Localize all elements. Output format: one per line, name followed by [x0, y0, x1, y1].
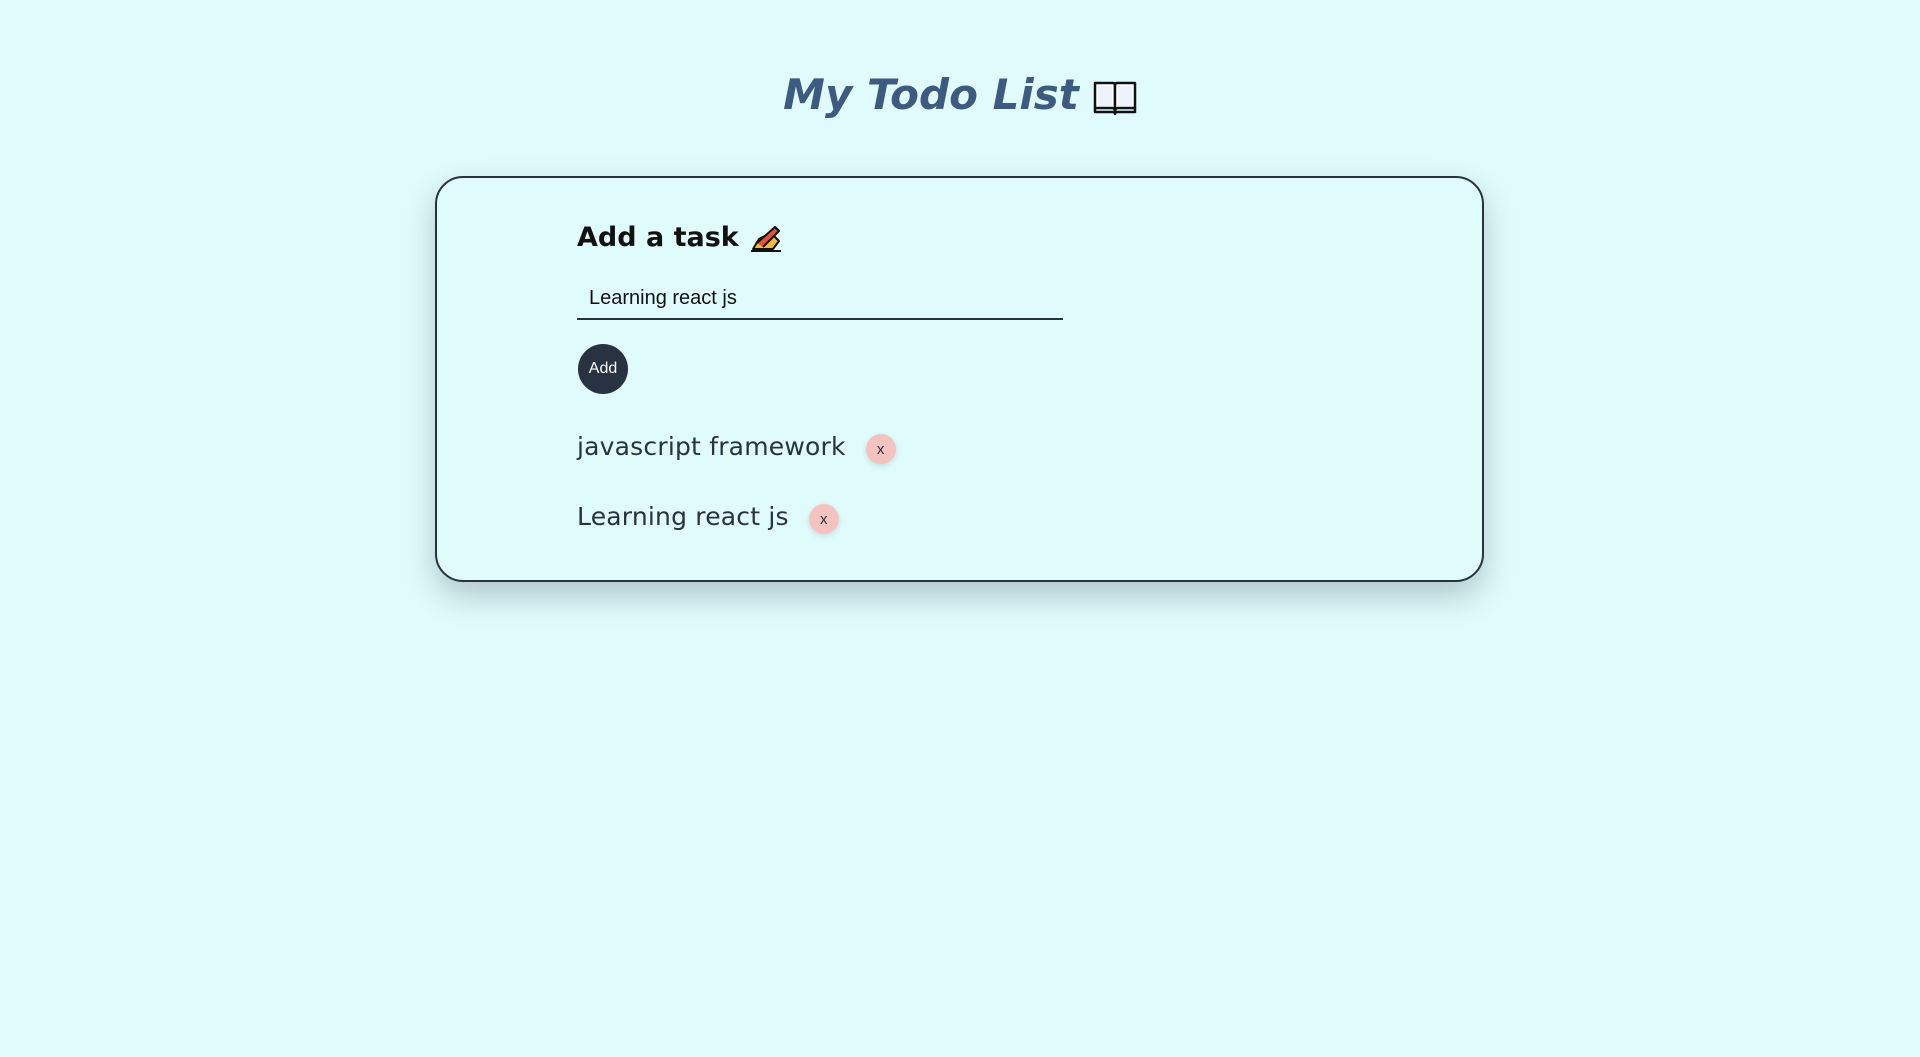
add-task-heading-text: Add a task [577, 222, 739, 253]
todo-text: javascript framework [577, 431, 846, 461]
add-task-button[interactable]: Add [578, 344, 628, 394]
todo-item: Learning react js x [577, 498, 896, 534]
add-task-heading: Add a task [577, 222, 783, 253]
todo-item: javascript framework x [577, 428, 896, 464]
writing-hand-icon [749, 223, 783, 253]
remove-task-button[interactable]: x [865, 434, 896, 464]
todo-list: javascript framework x Learning react js… [577, 428, 896, 568]
todo-text: Learning react js [577, 501, 789, 531]
todo-card: Add a task Add javascript framework x Le… [435, 176, 1484, 582]
remove-task-button[interactable]: x [808, 504, 839, 534]
task-input[interactable] [577, 278, 1063, 320]
page-title: My Todo List [0, 70, 1920, 119]
open-book-icon [1093, 76, 1137, 115]
page-title-text: My Todo List [783, 70, 1079, 119]
